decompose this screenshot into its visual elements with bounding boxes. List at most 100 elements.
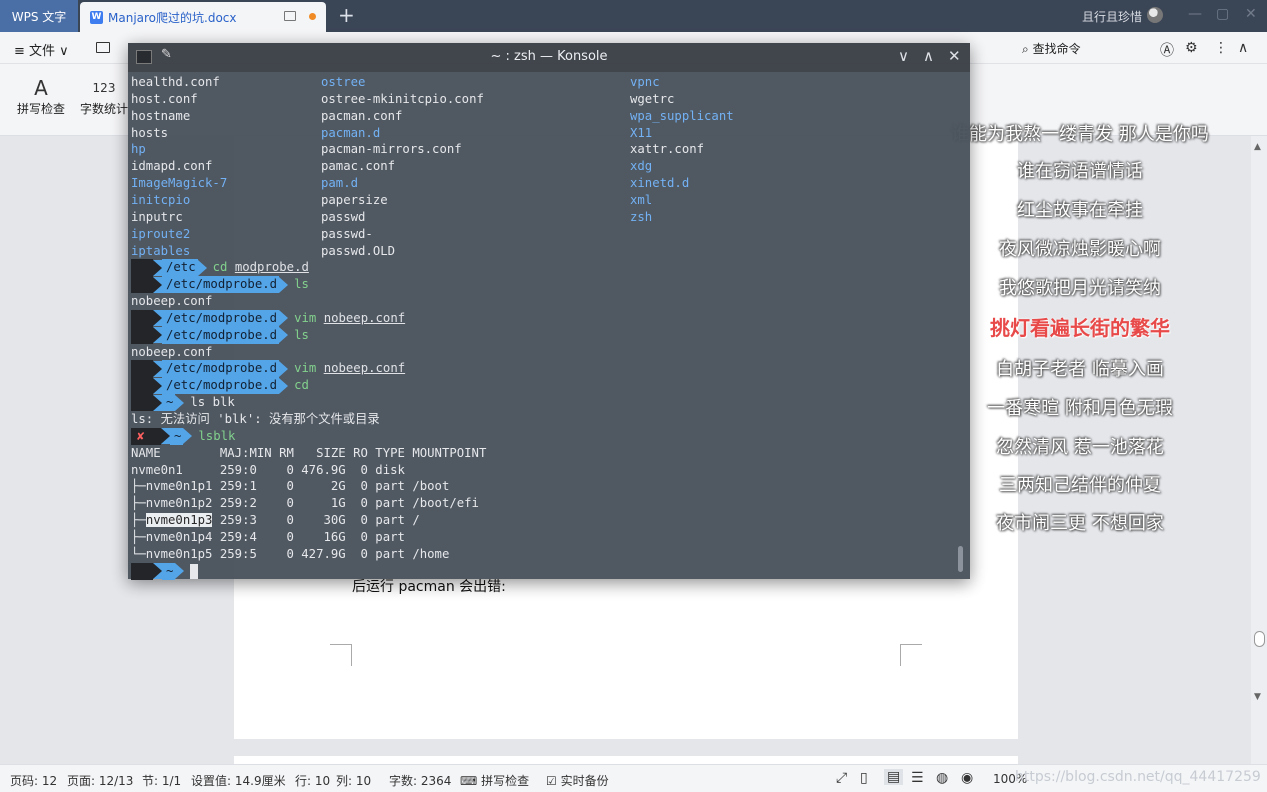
status-page-code[interactable]: 页码: 12 (10, 772, 57, 789)
prompt-separator (279, 310, 289, 327)
file-menu[interactable]: ≡ 文件 ∨ (14, 40, 69, 59)
lyric-line: 谁在窃语谱情话 (1017, 161, 1143, 182)
maximize-button[interactable]: ▢ (1216, 6, 1229, 22)
prompt: ✘ ~ lsblk (131, 427, 235, 445)
command-name: ls blk (190, 395, 235, 410)
status-words[interactable]: 字数: 2364 (389, 772, 451, 789)
prompt-dir: /etc (162, 259, 198, 277)
new-tab-button[interactable]: + (338, 4, 355, 26)
listing-entry: passwd.OLD (321, 243, 396, 258)
user-name[interactable]: 且行且珍惜 (1082, 8, 1142, 25)
terminal-line: nobeep.conf (131, 344, 212, 361)
prompt-separator (183, 428, 193, 445)
spellcheck-button[interactable]: A 拼写检查 (12, 76, 70, 117)
prompt-separator (153, 377, 162, 394)
lyric-line: 三两知己结伴的仲夏 (999, 475, 1161, 496)
konsole-title: ~ : zsh — Konsole (490, 49, 608, 64)
scroll-down-icon[interactable]: ▼ (1254, 692, 1261, 702)
text-cursor (190, 563, 199, 579)
font-icon[interactable]: Ⓐ (1160, 40, 1174, 60)
web-view-icon[interactable]: ◍ (936, 770, 948, 786)
tab-document[interactable]: W Manjaro爬过的坑.docx (80, 2, 326, 32)
search-command-label: 查找命令 (1032, 42, 1081, 56)
konsole-close-button[interactable]: ✕ (948, 47, 961, 65)
eye-protect-icon[interactable]: ◉ (961, 770, 973, 786)
avatar[interactable] (1147, 7, 1163, 23)
terminal-scrollbar[interactable] (958, 546, 963, 572)
listing-entry: X11 (630, 125, 653, 140)
prompt: /etc/modprobe.d vim nobeep.conf (131, 360, 405, 378)
status-backup[interactable]: ☑ 实时备份 (546, 772, 609, 789)
listing-entry: hostname (131, 108, 191, 123)
page-view-icon[interactable]: ▤ (884, 769, 904, 785)
outline-view-icon[interactable]: ☰ (911, 770, 924, 786)
command-name: ls (294, 277, 309, 292)
wordcount-button[interactable]: 123 字数统计 (80, 76, 128, 117)
status-bar: 页码: 12 页面: 12/13 节: 1/1 设置值: 14.9厘米 行: 1… (0, 764, 1267, 792)
prompt: ~ ls blk (131, 394, 235, 412)
output-text: nobeep.conf (131, 344, 213, 359)
more-icon[interactable]: ⋮ (1214, 40, 1228, 56)
wordcount-icon: 123 (92, 81, 116, 95)
listing-entry: inputrc (131, 209, 183, 224)
read-mode-icon[interactable]: ▯ (860, 770, 868, 786)
vertical-scrollbar[interactable]: ▲ ▼ (1251, 136, 1267, 764)
prompt: ~ (131, 562, 199, 580)
scroll-up-icon[interactable]: ▲ (1254, 142, 1261, 152)
minimize-button[interactable]: — (1188, 6, 1202, 22)
prompt-status (131, 394, 153, 412)
lyric-line: 白胡子老者 临摹入画 (996, 359, 1164, 380)
prompt-separator (153, 276, 162, 293)
listing-entry: initcpio (131, 192, 191, 207)
gear-icon[interactable]: ⚙ (1185, 40, 1198, 56)
close-button[interactable]: ✕ (1245, 6, 1257, 22)
status-page[interactable]: 页面: 12/13 (67, 772, 133, 789)
prompt-dir: ~ (170, 427, 184, 445)
prompt-dir: /etc/modprobe.d (162, 377, 280, 395)
search-command[interactable]: ⌕ 查找命令 (1022, 40, 1081, 57)
lyric-line: 谁能为我熬一缕青发 那人是你吗 (951, 124, 1209, 145)
tab-document-label: Manjaro爬过的坑.docx (108, 10, 237, 25)
status-spellcheck[interactable]: ⌨ 拼写检查 (460, 772, 529, 789)
prompt-status (131, 276, 153, 294)
scroll-thumb[interactable] (1254, 631, 1265, 647)
spellcheck-icon: A (34, 76, 48, 100)
prompt-separator (153, 327, 162, 344)
screen-icon[interactable] (284, 11, 296, 21)
open-folder-icon[interactable] (96, 42, 110, 53)
listing-entry: host.conf (131, 91, 198, 106)
spellcheck-label: 拼写检查 (16, 102, 65, 116)
command-name: cd (294, 378, 309, 393)
terminal-line: ls: 无法访问 'blk': 没有那个文件或目录 (131, 411, 380, 428)
prompt-dir: /etc/modprobe.d (162, 360, 280, 378)
prompt-command: cd modprobe.d (207, 259, 309, 276)
konsole-window[interactable]: ✎ ~ : zsh — Konsole ∨ ∧ ✕ healthd.conf os… (128, 43, 970, 580)
prompt-dir: /etc/modprobe.d (162, 309, 280, 327)
prompt-separator (175, 394, 185, 411)
output-text: nvme0n1 259:0 0 476.9G 0 disk (131, 462, 413, 477)
prompt-command: vim nobeep.conf (288, 310, 405, 327)
konsole-minimize-button[interactable]: ∨ (898, 47, 909, 65)
listing-entry: wgetrc (630, 91, 675, 106)
prompt-separator (197, 259, 207, 276)
listing-entry: pamac.conf (321, 159, 396, 174)
listing-entry: ostree-mkinitcpio.conf (321, 91, 484, 106)
output-text: ├─nvme0n1p4 259:4 0 16G 0 part (131, 529, 413, 544)
status-col: 列: 10 (336, 774, 372, 788)
listing-entry: hp (131, 142, 146, 157)
konsole-title-bar[interactable]: ✎ ~ : zsh — Konsole ∨ ∧ ✕ (128, 43, 970, 72)
prompt-separator (279, 377, 289, 394)
tab-wps-home[interactable]: WPS 文字 (0, 0, 78, 32)
command-name: ls (294, 327, 309, 342)
listing-entry: vpnc (630, 75, 660, 89)
terminal-line: ├─nvme0n1p4 259:4 0 16G 0 part (131, 529, 412, 546)
collapse-ribbon-icon[interactable]: ∧ (1238, 40, 1248, 56)
output-text: ├─nvme0n1p2 259:2 0 1G 0 part /boot/efi (131, 496, 479, 511)
listing-entry: pam.d (321, 176, 359, 191)
document-text[interactable]: 后运行 pacman 会出错: (352, 576, 506, 596)
fullscreen-icon[interactable]: ⤢ (836, 770, 847, 786)
listing-entry: wpa_supplicant (630, 108, 734, 123)
konsole-maximize-button[interactable]: ∧ (923, 47, 934, 65)
margin-corner-right (900, 644, 922, 666)
status-row: 行: 10 (295, 774, 331, 788)
